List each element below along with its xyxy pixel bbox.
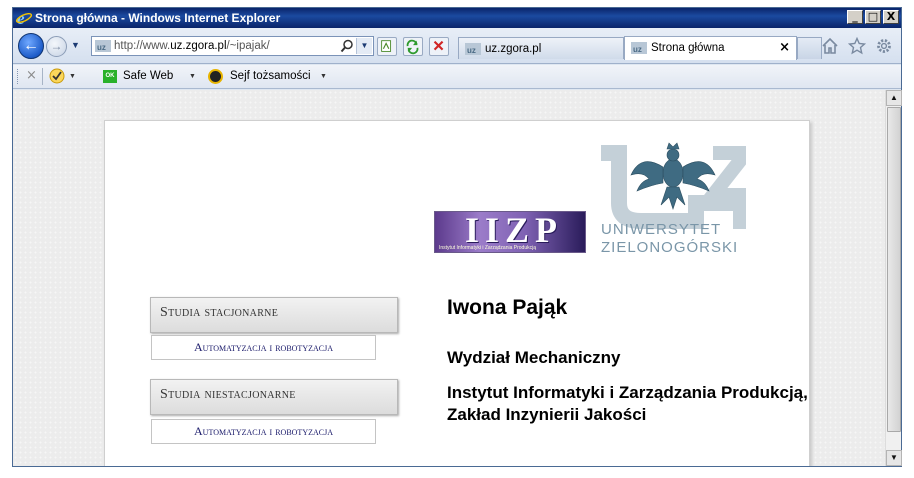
search-icon[interactable] (340, 39, 354, 53)
url-text[interactable]: http://www.uz.zgora.pl/~ipajak/ (114, 40, 270, 52)
safe-web-button[interactable]: Safe Web (123, 70, 173, 82)
star-icon (847, 36, 867, 55)
close-toolbar-icon[interactable]: × (26, 68, 37, 83)
command-icons (821, 36, 893, 55)
identity-safe-button[interactable]: Sejf tożsamości (230, 70, 311, 82)
home-icon (822, 37, 838, 54)
browser-window: e Strona główna - Windows Internet Explo… (12, 7, 902, 467)
safe-web-dropdown-icon[interactable]: ▼ (189, 73, 196, 80)
university-name-line2: ZIELONOGÓRSKI (601, 239, 739, 256)
page-title: Iwona Pająk (447, 296, 568, 319)
tab-label: Strona główna (651, 42, 725, 54)
gear-icon (877, 39, 891, 53)
maximize-button[interactable]: □ (865, 10, 881, 24)
refresh-icon (406, 39, 419, 55)
page-viewport[interactable]: IIZP Instytut Informatyki i Zarządzania … (13, 90, 885, 466)
tab-strona-glowna[interactable]: uz Strona główna × (624, 36, 797, 60)
scrollbar-thumb[interactable] (887, 107, 901, 432)
minimize-button[interactable]: _ (847, 10, 863, 24)
address-bar[interactable]: uz http://www.uz.zgora.pl/~ipajak/ ▼ (91, 36, 374, 56)
safe-web-icon[interactable]: OK (103, 70, 117, 83)
close-button[interactable]: X (883, 10, 899, 24)
scroll-up-button[interactable]: ▲ (886, 90, 902, 106)
home-button[interactable] (821, 37, 839, 55)
svg-text:uz: uz (467, 46, 476, 55)
svg-text:uz: uz (97, 43, 106, 52)
back-button[interactable]: ← (18, 33, 44, 59)
toolbar-grip[interactable] (17, 69, 20, 84)
forward-button[interactable]: → (46, 36, 67, 57)
page-content: IIZP Instytut Informatyki i Zarządzania … (104, 120, 810, 466)
menu-link-automation-full-time[interactable]: Automatyzacja i robotyzacja (151, 335, 376, 360)
institute-name: Instytut Informatyki i Zarządzania Produ… (447, 383, 808, 424)
tab-favicon-icon: uz (631, 42, 647, 54)
check-icon[interactable] (49, 68, 65, 84)
tab-close-icon[interactable]: × (779, 40, 790, 55)
window-title: Strona główna - Windows Internet Explore… (35, 11, 281, 25)
window-controls: _ □ X (847, 10, 899, 24)
history-dropdown-icon[interactable]: ▼ (71, 40, 80, 50)
menu-link-automation-part-time[interactable]: Automatyzacja i robotyzacja (151, 419, 376, 444)
title-bar[interactable]: e Strona główna - Windows Internet Explo… (13, 8, 901, 28)
new-tab-button[interactable] (797, 37, 822, 59)
vertical-scrollbar[interactable]: ▲ ▼ (885, 90, 902, 466)
stop-icon (433, 40, 444, 51)
identity-safe-dropdown-icon[interactable]: ▼ (320, 73, 327, 80)
navigation-bar: ← → ▼ uz http://www.uz.zgora.pl/~ipajak/… (13, 28, 901, 64)
address-dropdown-icon[interactable]: ▼ (356, 38, 372, 54)
favorites-bar: × ▼ OK Safe Web ▼ Sejf tożsamości ▼ (13, 65, 901, 89)
toolbar-separator (42, 68, 43, 85)
compatibility-view-button[interactable] (377, 37, 397, 56)
compatibility-view-icon (381, 40, 392, 52)
favorites-button[interactable] (847, 36, 867, 55)
university-name-line1: UNIWERSYTET (601, 221, 722, 238)
site-favicon-icon: uz (95, 40, 111, 52)
tab-uz-zgora[interactable]: uz uz.zgora.pl (458, 37, 624, 59)
faculty-name: Wydział Mechaniczny (447, 348, 621, 367)
refresh-button[interactable] (403, 37, 423, 56)
svg-text:uz: uz (633, 45, 642, 54)
iizp-logo[interactable]: IIZP Instytut Informatyki i Zarządzania … (434, 210, 586, 253)
iizp-logo-subtitle: Instytut Informatyki i Zarządzania Produ… (439, 245, 536, 251)
tab-favicon-icon: uz (465, 43, 481, 55)
tools-button[interactable] (875, 37, 893, 55)
menu-heading-full-time[interactable]: Studia stacjonarne (150, 297, 398, 333)
check-dropdown-icon[interactable]: ▼ (69, 73, 76, 80)
tab-label: uz.zgora.pl (485, 43, 542, 55)
menu-heading-part-time[interactable]: Studia niestacjonarne (150, 379, 398, 415)
ie-logo-icon: e (15, 9, 33, 27)
scroll-down-button[interactable]: ▼ (886, 450, 902, 466)
stop-button[interactable] (429, 37, 449, 56)
identity-safe-icon[interactable] (208, 69, 223, 84)
